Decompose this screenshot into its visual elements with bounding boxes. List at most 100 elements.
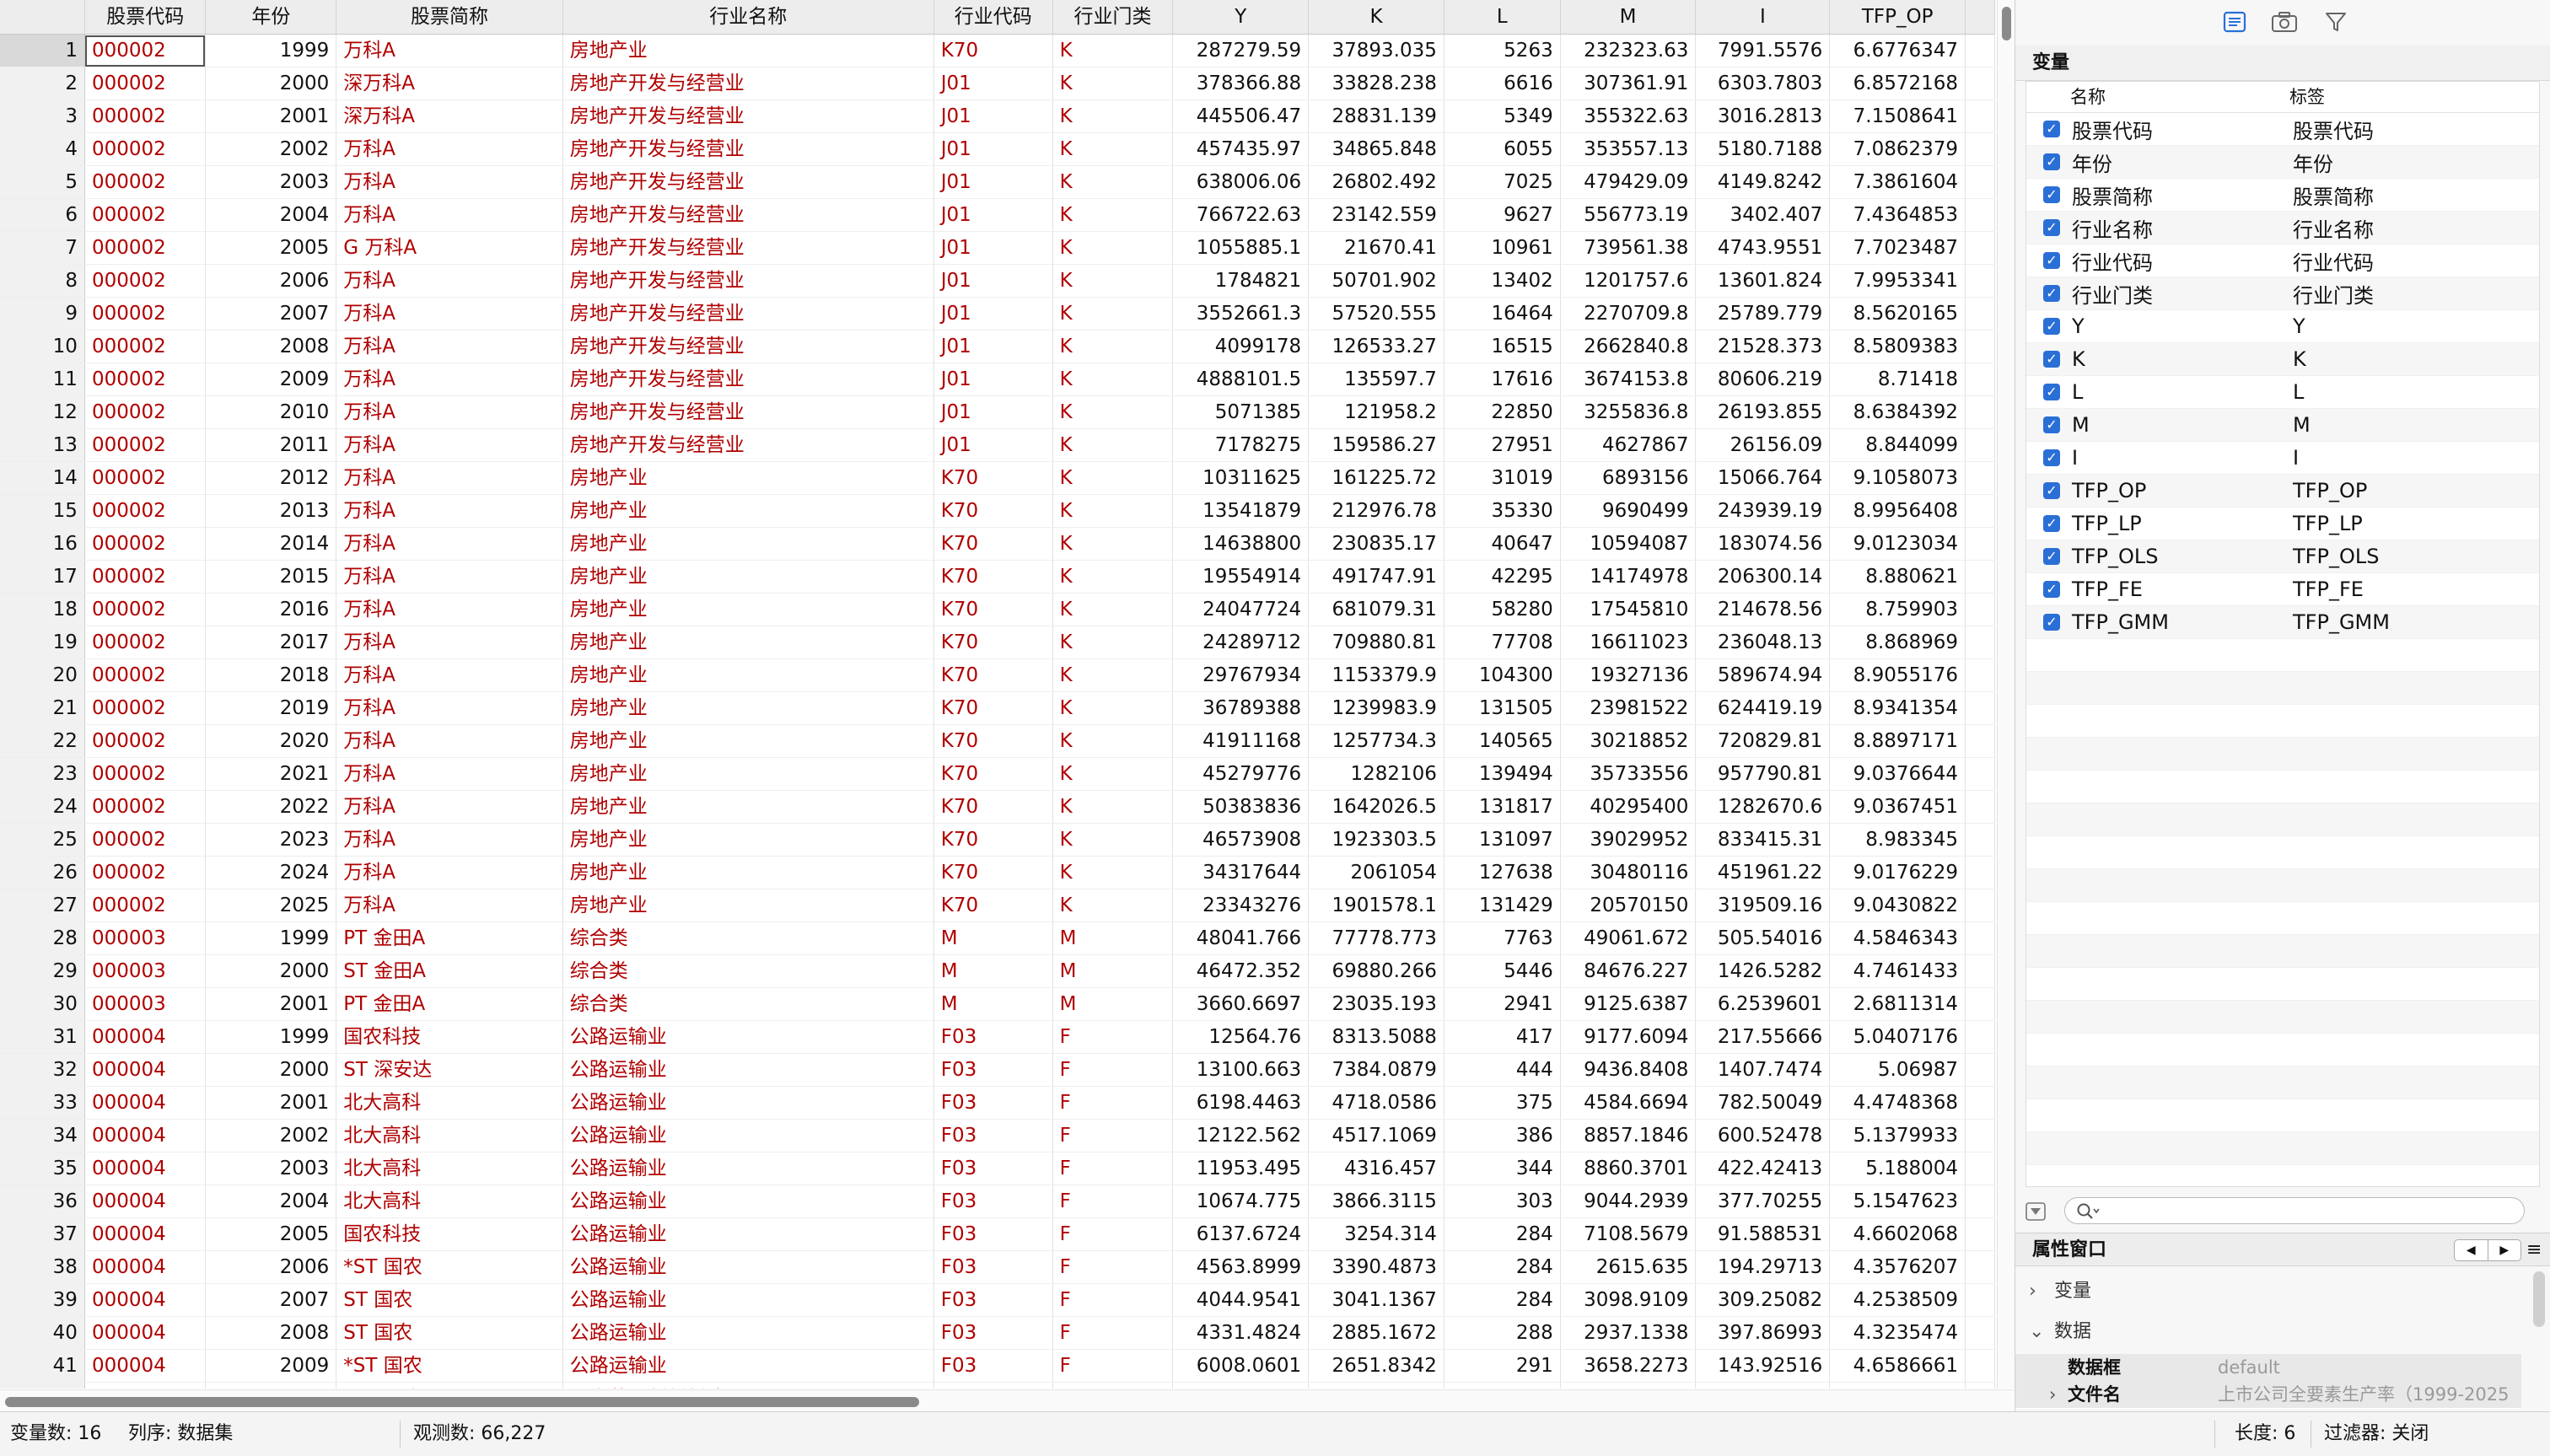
table-cell[interactable]: 7763	[1444, 921, 1561, 955]
table-cell[interactable]: 2014	[205, 527, 337, 561]
row-number[interactable]: 19	[0, 626, 85, 659]
table-cell[interactable]: 3098.9109	[1560, 1283, 1697, 1317]
checkbox[interactable]: ✓	[2043, 153, 2060, 170]
table-cell[interactable]: 2662840.8	[1560, 330, 1697, 363]
table-cell[interactable]: 000002	[84, 889, 207, 922]
table-cell[interactable]: K	[1052, 264, 1174, 298]
table-cell[interactable]: 22850	[1444, 395, 1561, 429]
table-cell[interactable]: K	[1052, 363, 1174, 396]
checkbox[interactable]: ✓	[2043, 351, 2060, 368]
table-cell[interactable]: F	[1052, 1119, 1174, 1152]
table-row[interactable]: 24 000002 2022 万科A 房地产业 K70 K 50383836 1642026.5…	[0, 790, 1995, 824]
table-cell[interactable]: 化学药品制剂制造业	[562, 1382, 934, 1389]
table-cell[interactable]: K	[1052, 691, 1174, 725]
column-header[interactable]: 行业名称	[562, 0, 934, 35]
table-cell[interactable]: 8.5809383	[1829, 330, 1966, 363]
table-cell[interactable]: J01	[933, 363, 1053, 396]
table-cell[interactable]: 624419.19	[1695, 691, 1831, 725]
column-header[interactable]: M	[1560, 0, 1697, 35]
table-cell[interactable]: 709880.81	[1308, 626, 1444, 659]
row-number[interactable]: 26	[0, 856, 85, 889]
table-cell[interactable]: 9125.6387	[1560, 987, 1697, 1021]
table-cell[interactable]: 1282670.6	[1695, 790, 1831, 824]
table-cell[interactable]: 6893156	[1560, 461, 1697, 495]
table-row[interactable]: 11 000002 2009 万科A 房地产开发与经营业 J01 K 4888101.5 135…	[0, 363, 1995, 396]
table-cell[interactable]: 1257734.3	[1308, 724, 1444, 758]
table-cell[interactable]: 1923303.5	[1308, 823, 1444, 857]
table-cell[interactable]: 万科A	[336, 626, 563, 659]
table-cell[interactable]: 5071385	[1172, 395, 1310, 429]
table-cell[interactable]: K70	[933, 658, 1053, 692]
table-cell[interactable]: 10961	[1444, 231, 1561, 265]
table-cell[interactable]: 230835.17	[1308, 527, 1444, 561]
table-cell[interactable]: 4.4748368	[1829, 1086, 1966, 1120]
table-cell[interactable]: 20570150	[1560, 889, 1697, 922]
table-cell[interactable]: 8.6384392	[1829, 395, 1966, 429]
table-cell[interactable]: 131817	[1444, 790, 1561, 824]
table-cell[interactable]: F03	[933, 1250, 1053, 1284]
table-cell[interactable]: K	[1052, 593, 1174, 626]
table-cell[interactable]: 000002	[84, 593, 207, 626]
table-cell[interactable]: 万科A	[336, 889, 563, 922]
column-header[interactable]: 年份	[205, 0, 337, 35]
table-cell[interactable]: K	[1052, 757, 1174, 791]
table-row[interactable]: 30 000003 2001 PT 金田A 综合类 M M 3660.6697 23035.19…	[0, 987, 1995, 1021]
table-row[interactable]: 39 000004 2007 ST 国农 公路运输业 F03 F 4044.9541 3041.…	[0, 1283, 1995, 1317]
table-cell[interactable]: 9.0367451	[1829, 790, 1966, 824]
table-cell[interactable]: F03	[933, 1053, 1053, 1087]
row-number[interactable]: 14	[0, 461, 85, 495]
table-cell[interactable]: 505.54016	[1695, 921, 1831, 955]
table-cell[interactable]: 国农科技	[336, 1020, 563, 1054]
table-cell[interactable]: 638006.06	[1172, 165, 1310, 199]
table-cell[interactable]: 8.880621	[1829, 560, 1966, 594]
table-cell[interactable]: F03	[933, 1152, 1053, 1185]
table-cell[interactable]: 2270709.8	[1560, 297, 1697, 330]
table-cell[interactable]: 8857.1846	[1560, 1119, 1697, 1152]
column-label-header[interactable]: 标签	[2279, 82, 2325, 112]
table-cell[interactable]: K	[1052, 198, 1174, 232]
table-row[interactable]: 27 000002 2025 万科A 房地产业 K70 K 23343276 1901578.1…	[0, 889, 1995, 922]
table-cell[interactable]: 58280	[1444, 593, 1561, 626]
table-row[interactable]: 26 000002 2024 万科A 房地产业 K70 K 34317644 2061054 12…	[0, 856, 1995, 889]
table-cell[interactable]: 833415.31	[1695, 823, 1831, 857]
table-cell[interactable]: K	[1052, 34, 1174, 67]
table-cell[interactable]: 8.71418	[1829, 363, 1966, 396]
row-number[interactable]: 13	[0, 428, 85, 462]
table-cell[interactable]: 2651.8342	[1308, 1349, 1444, 1383]
table-cell[interactable]: 房地产开发与经营业	[562, 67, 934, 100]
table-row[interactable]: 2 000002 2000 深万科A 房地产开发与经营业 J01 K 378366.88 338…	[0, 67, 1995, 100]
row-number[interactable]: 29	[0, 954, 85, 988]
table-cell[interactable]: K	[1052, 790, 1174, 824]
table-cell[interactable]: 2003	[205, 1152, 337, 1185]
table-cell[interactable]: 41911168	[1172, 724, 1310, 758]
table-row[interactable]: 33 000004 2001 北大高科 公路运输业 F03 F 6198.4463 4718.0…	[0, 1086, 1995, 1120]
properties-scrollbar[interactable]	[2533, 1271, 2545, 1327]
row-number[interactable]: 9	[0, 297, 85, 330]
row-number[interactable]: 6	[0, 198, 85, 232]
table-cell[interactable]: 8.759903	[1829, 593, 1966, 626]
table-cell[interactable]: 房地产开发与经营业	[562, 428, 934, 462]
table-cell[interactable]: 121958.2	[1308, 395, 1444, 429]
table-cell[interactable]: 135597.7	[1308, 363, 1444, 396]
table-cell[interactable]: 1282106	[1308, 757, 1444, 791]
table-cell[interactable]: 000002	[84, 428, 207, 462]
table-cell[interactable]: 7178275	[1172, 428, 1310, 462]
table-cell[interactable]: 000002	[84, 363, 207, 396]
table-row[interactable]: 28 000003 1999 PT 金田A 综合类 M M 48041.766 77778.77…	[0, 921, 1995, 955]
table-cell[interactable]: 7025	[1444, 165, 1561, 199]
row-number[interactable]: 32	[0, 1053, 85, 1087]
table-cell[interactable]: 7.0862379	[1829, 132, 1966, 166]
table-cell[interactable]: 4517.1069	[1308, 1119, 1444, 1152]
table-cell[interactable]: 26193.855	[1695, 395, 1831, 429]
table-cell[interactable]: K	[1052, 67, 1174, 100]
table-cell[interactable]: 14638800	[1172, 527, 1310, 561]
table-cell[interactable]: J01	[933, 231, 1053, 265]
table-cell[interactable]: 12564.76	[1172, 1020, 1310, 1054]
table-cell[interactable]: 000002	[84, 494, 207, 528]
table-cell[interactable]: 353557.13	[1560, 132, 1697, 166]
table-cell[interactable]: 5.1379933	[1829, 1119, 1966, 1152]
row-number[interactable]: 34	[0, 1119, 85, 1152]
table-cell[interactable]: 000002	[84, 527, 207, 561]
table-cell[interactable]: 000004	[84, 1283, 207, 1317]
table-cell[interactable]: 9.1058073	[1829, 461, 1966, 495]
